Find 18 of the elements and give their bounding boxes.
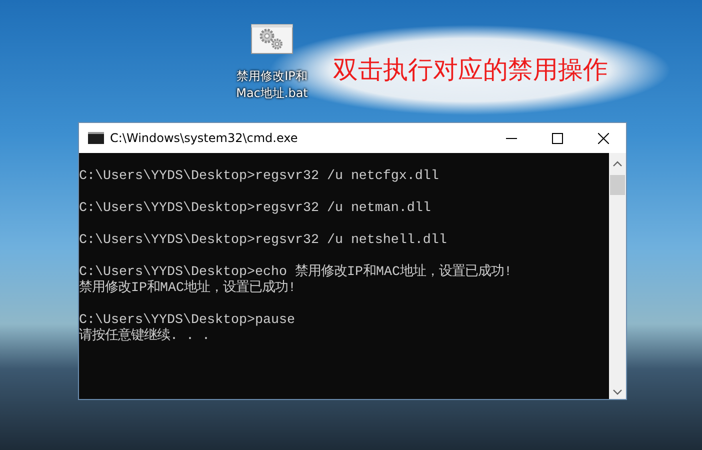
- command-line: C:\Users\YYDS\Desktop>echo 禁用修改IP和MAC地址，设置已成功!: [79, 265, 513, 280]
- desktop-icon-label[interactable]: 禁用修改IP和Mac地址.bat: [230, 68, 314, 102]
- maximize-icon: [552, 132, 562, 144]
- batch-file-icon[interactable]: [251, 24, 293, 54]
- scroll-up-icon[interactable]: [613, 161, 622, 167]
- command-line: C:\Users\YYDS\Desktop>regsvr32 /u netcfgx.dll: [79, 169, 440, 185]
- scrollbar[interactable]: [609, 153, 626, 399]
- close-icon: [598, 132, 608, 144]
- scrollbar-thumb[interactable]: [610, 175, 625, 195]
- command-line: C:\Users\YYDS\Desktop>pause: [79, 313, 296, 328]
- command-line: C:\Users\YYDS\Desktop>regsvr32 /u netshell.dll: [79, 233, 448, 249]
- command-line: C:\Users\YYDS\Desktop>regsvr32 /u netman.dll: [79, 201, 432, 217]
- output-line: 禁用修改IP和MAC地址，设置已成功!: [79, 281, 297, 297]
- annotation-text: 双击执行对应的禁用操作: [333, 54, 608, 86]
- output-line: 请按任意键继续. . .: [79, 329, 211, 345]
- window-title: C:\Windows\system32\cmd.exe: [110, 131, 299, 145]
- scroll-down-icon[interactable]: [613, 389, 622, 395]
- console-app-icon: [88, 132, 104, 144]
